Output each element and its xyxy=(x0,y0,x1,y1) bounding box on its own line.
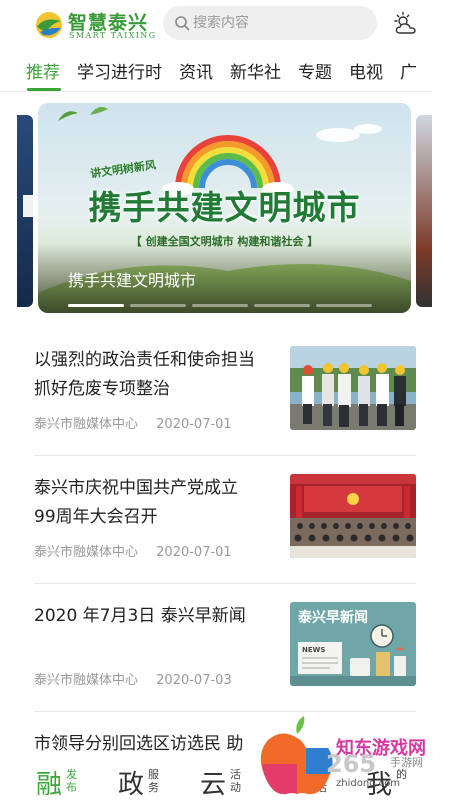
category-tabs: 推荐 学习进行时 资讯 新华社 专题 电视 广 xyxy=(0,52,432,92)
news-item[interactable]: 泰兴市庆祝中国共产党成立99周年大会召开 泰兴市融媒体中心 2020-07-01 xyxy=(34,456,416,584)
news-date: 2020-07-01 xyxy=(156,545,232,560)
news-meta: 泰兴市融媒体中心 2020-07-01 xyxy=(34,413,232,432)
carousel-dot[interactable] xyxy=(192,304,248,307)
search-icon xyxy=(175,16,190,31)
top-header: 智慧泰兴 SMART TAIXING xyxy=(0,0,450,48)
search-input[interactable] xyxy=(193,15,363,31)
nav-government-service[interactable]: 政 服务 xyxy=(118,756,168,800)
watermark-url: zhidong.com xyxy=(336,778,401,789)
news-item[interactable]: 以强烈的政治责任和使命担当抓好危废专项整治 泰兴市融媒体中心 2020-07-0… xyxy=(34,328,416,456)
active-tab-indicator xyxy=(27,88,61,91)
watermark-number: 265 xyxy=(326,750,377,778)
news-thumbnail[interactable] xyxy=(290,346,416,430)
next-slide-peek[interactable] xyxy=(416,115,432,307)
news-date: 2020-07-01 xyxy=(156,417,232,432)
search-bar[interactable] xyxy=(163,6,377,40)
slide-caption: 携手共建文明城市 xyxy=(68,271,197,290)
news-thumbnail[interactable] xyxy=(290,474,416,558)
nav-small-label: 活动 xyxy=(230,768,241,794)
carousel-dot[interactable] xyxy=(68,304,124,307)
logo-english-text: SMART TAIXING xyxy=(69,31,157,40)
watermark-subtext: 手游网 xyxy=(390,756,423,769)
site-watermark: 知东游戏网 265 手游网 zhidong.com xyxy=(252,714,450,800)
tab-broadcast[interactable]: 广 xyxy=(400,58,417,89)
thumb-title: 泰兴早新闻 xyxy=(297,609,368,626)
tab-special[interactable]: 专题 xyxy=(298,58,332,89)
news-source: 泰兴市融媒体中心 xyxy=(34,545,139,560)
news-title[interactable]: 2020 年7月3日 泰兴早新闻 xyxy=(34,602,259,631)
news-item[interactable]: 2020 年7月3日 泰兴早新闻 泰兴市融媒体中心 2020-07-03 泰兴早… xyxy=(34,584,416,712)
tab-row: 推荐 学习进行时 资讯 新华社 专题 电视 广 xyxy=(26,58,432,89)
carousel-slide[interactable]: 讲文明树新风 携手共建文明城市 【 创建全国文明城市 构建和谐社会 】 携手共建… xyxy=(38,103,411,313)
nav-small-label: 发布 xyxy=(66,768,77,794)
carousel-dot[interactable] xyxy=(130,304,186,307)
news-source: 泰兴市融媒体中心 xyxy=(34,417,139,432)
tab-study[interactable]: 学习进行时 xyxy=(77,58,162,89)
tab-xinhua[interactable]: 新华社 xyxy=(230,58,281,89)
banner-carousel[interactable]: 讲文明树新风 携手共建文明城市 【 创建全国文明城市 构建和谐社会 】 携手共建… xyxy=(0,103,450,313)
previous-slide-peek[interactable] xyxy=(17,115,33,307)
logo-mark-icon xyxy=(36,12,62,38)
news-meta: 泰兴市融媒体中心 2020-07-03 xyxy=(34,669,232,688)
carousel-dot[interactable] xyxy=(316,304,372,307)
nav-big-label: 融 xyxy=(36,770,63,800)
news-title[interactable]: 泰兴市庆祝中国共产党成立99周年大会召开 xyxy=(34,474,259,532)
nav-big-label: 政 xyxy=(118,770,145,800)
news-thumbnail[interactable]: 泰兴早新闻 NEWS xyxy=(290,602,416,686)
news-title[interactable]: 市领导分别回选区访选民 助 xyxy=(34,730,274,759)
nav-big-label: 云 xyxy=(200,770,227,800)
tab-recommend[interactable]: 推荐 xyxy=(26,58,60,89)
news-source: 泰兴市融媒体中心 xyxy=(34,673,139,688)
nav-fusion-release[interactable]: 融 发布 xyxy=(36,756,86,800)
news-date: 2020-07-03 xyxy=(156,673,232,688)
carousel-indicator xyxy=(68,304,378,307)
carousel-dot[interactable] xyxy=(254,304,310,307)
nav-small-label: 服务 xyxy=(148,768,159,794)
tab-tv[interactable]: 电视 xyxy=(349,58,383,89)
news-title[interactable]: 以强烈的政治责任和使命担当抓好危废专项整治 xyxy=(34,346,259,404)
app-logo[interactable]: 智慧泰兴 SMART TAIXING xyxy=(34,6,155,42)
partly-cloudy-icon[interactable] xyxy=(392,10,420,38)
slide-headline: 携手共建文明城市 xyxy=(88,188,361,227)
thumb-newspaper: NEWS xyxy=(302,646,325,654)
tab-news[interactable]: 资讯 xyxy=(179,58,213,89)
news-meta: 泰兴市融媒体中心 2020-07-01 xyxy=(34,541,232,560)
nav-cloud-activity[interactable]: 云 活动 xyxy=(200,756,250,800)
